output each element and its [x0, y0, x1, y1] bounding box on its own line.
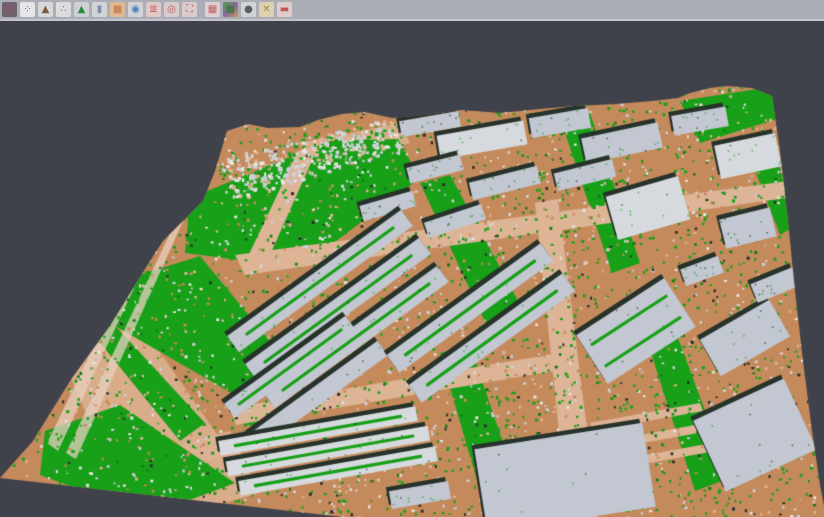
point-cloud-icon[interactable]: ∴	[56, 2, 71, 17]
3d-viewport[interactable]	[0, 23, 824, 517]
dsm-surface-icon[interactable]: ▲	[38, 2, 53, 17]
grid-selection-icon[interactable]: ▦	[205, 2, 220, 17]
selection-bounds-icon[interactable]: ⛶	[182, 2, 197, 17]
application-window: ▦⁘▲∴▲▮■◉≣◎⛶▦▩●✕▬	[0, 0, 824, 517]
clip-box-icon[interactable]: ▬	[277, 2, 292, 17]
toolbar: ▦⁘▲∴▲▮■◉≣◎⛶▦▩●✕▬	[0, 0, 824, 21]
tie-points-icon[interactable]: ⁘	[20, 2, 35, 17]
terrain-model-icon[interactable]: ▲	[74, 2, 89, 17]
red-layers-icon[interactable]: ≣	[146, 2, 161, 17]
orthophoto-icon[interactable]: ■	[110, 2, 125, 17]
anaglyph-view-icon[interactable]: ▦	[2, 2, 17, 17]
profile-view-icon[interactable]: ▮	[92, 2, 107, 17]
globe-icon[interactable]: ◉	[128, 2, 143, 17]
target-icon[interactable]: ◎	[164, 2, 179, 17]
texture-swap-icon[interactable]: ✕	[259, 2, 274, 17]
sphere-icon[interactable]: ●	[241, 2, 256, 17]
classification-palette-icon[interactable]: ▩	[223, 2, 238, 17]
